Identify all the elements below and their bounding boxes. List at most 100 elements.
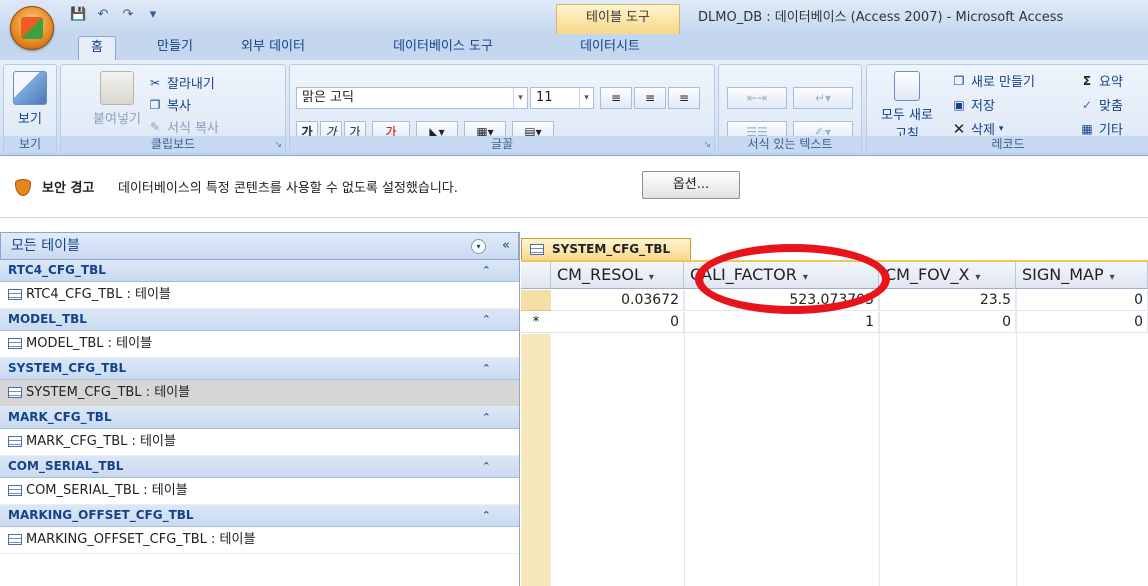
table-icon xyxy=(8,485,22,496)
cell-cali-factor[interactable]: 1 xyxy=(684,312,879,333)
ribbon-tabs: 홈 만들기 외부 데이터 데이터베이스 도구 데이터시트 xyxy=(0,34,1148,60)
nav-group-model-tbl[interactable]: MODEL_TBL ⌃ xyxy=(0,309,519,331)
nav-group-label: RTC4_CFG_TBL xyxy=(8,263,106,277)
datasheet-grid: CM_RESOL ▾ CALI_FACTOR ▾ CM_FOV_X ▾ SIGN_MA… xyxy=(521,262,1148,586)
document-tab-system-cfg-tbl[interactable]: SYSTEM_CFG_TBL xyxy=(521,238,691,260)
column-header-cali-factor[interactable]: CALI_FACTOR ▾ xyxy=(684,262,879,289)
document-tab-label: SYSTEM_CFG_TBL xyxy=(552,242,671,256)
nav-item-com-serial-tbl[interactable]: COM_SERIAL_TBL : 테이블 xyxy=(0,478,519,505)
format-painter-button[interactable]: ✎ 서식 복사 xyxy=(147,117,219,137)
title-bar: 💾 ↶ ↷ ▾ 테이블 도구 DLMO_DB : 데이터베이스 (Access … xyxy=(0,0,1148,34)
nav-header[interactable]: 모든 테이블 ▾ « xyxy=(0,232,519,260)
chevron-up-icon: ⌃ xyxy=(481,362,491,375)
nav-item-marking-offset-cfg-tbl[interactable]: MARKING_OFFSET_CFG_TBL : 테이블 xyxy=(0,527,519,554)
collapse-pane-icon[interactable]: « xyxy=(502,233,510,259)
quick-access-toolbar: 💾 ↶ ↷ ▾ xyxy=(70,7,161,23)
totals-label: 요약 xyxy=(1099,75,1123,90)
align-center-button[interactable]: ≡ xyxy=(634,87,666,109)
cut-label: 잘라내기 xyxy=(167,77,215,92)
chevron-up-icon: ⌃ xyxy=(481,509,491,522)
font-size-combo[interactable]: 11 ▾ xyxy=(530,87,594,109)
spelling-check-icon: ✓ xyxy=(1081,97,1093,112)
nav-item-rtc4-cfg-tbl[interactable]: RTC4_CFG_TBL : 테이블 xyxy=(0,282,519,309)
tab-create[interactable]: 만들기 xyxy=(142,36,208,60)
chevron-down-icon: ▾ xyxy=(998,123,1004,134)
nav-item-mark-cfg-tbl[interactable]: MARK_CFG_TBL : 테이블 xyxy=(0,429,519,456)
totals-button[interactable]: Σ 요약 xyxy=(1079,71,1123,91)
chevron-down-icon[interactable]: ▾ xyxy=(803,272,808,283)
indent-buttons[interactable]: ⇤⇥ xyxy=(727,87,787,109)
font-launcher-icon[interactable]: ↘ xyxy=(703,140,711,150)
nav-item-system-cfg-tbl[interactable]: SYSTEM_CFG_TBL : 테이블 xyxy=(0,380,519,407)
cell-cm-resol[interactable]: 0.03672 xyxy=(551,290,684,311)
select-all-corner[interactable] xyxy=(521,262,551,289)
cell-cali-factor[interactable]: 523.073705 xyxy=(684,290,879,311)
refresh-all-button[interactable]: 모두 새로 고침 xyxy=(875,71,939,142)
cell-cm-fov-x[interactable]: 23.5 xyxy=(879,290,1016,311)
chevron-up-icon: ⌃ xyxy=(481,460,491,473)
align-right-button[interactable]: ≡ xyxy=(668,87,700,109)
cell-cm-resol[interactable]: 0 xyxy=(551,312,684,333)
spelling-button[interactable]: ✓ 맞춤 xyxy=(1079,95,1123,115)
record-selector[interactable] xyxy=(521,290,551,311)
chevron-down-icon[interactable]: ▾ xyxy=(471,239,486,254)
cell-cm-fov-x[interactable]: 0 xyxy=(879,312,1016,333)
customize-qat-icon[interactable]: ▾ xyxy=(145,7,161,23)
tab-external-data[interactable]: 외부 데이터 xyxy=(228,36,318,60)
chevron-up-icon: ⌃ xyxy=(481,264,491,277)
datasheet-view: SYSTEM_CFG_TBL CM_RESOL ▾ CALI_FACTOR ▾ CM… xyxy=(521,232,1148,586)
nav-group-system-cfg-tbl[interactable]: SYSTEM_CFG_TBL ⌃ xyxy=(0,358,519,380)
nav-group-mark-cfg-tbl[interactable]: MARK_CFG_TBL ⌃ xyxy=(0,407,519,429)
nav-item-model-tbl[interactable]: MODEL_TBL : 테이블 xyxy=(0,331,519,358)
view-icon xyxy=(13,71,47,105)
tab-home[interactable]: 홈 xyxy=(78,36,116,60)
security-options-button[interactable]: 옵션... xyxy=(642,171,740,199)
paste-button[interactable]: 붙여넣기 xyxy=(89,71,145,127)
column-header-cm-resol[interactable]: CM_RESOL ▾ xyxy=(551,262,684,289)
new-record-selector[interactable]: * xyxy=(521,312,551,333)
nav-group-com-serial-tbl[interactable]: COM_SERIAL_TBL ⌃ xyxy=(0,456,519,478)
save-icon[interactable]: 💾 xyxy=(70,7,86,23)
refresh-icon xyxy=(894,71,920,101)
tab-database-tools[interactable]: 데이터베이스 도구 xyxy=(368,36,518,60)
cell-sign-map[interactable]: 0 xyxy=(1016,312,1148,333)
clipboard-group: 붙여넣기 ✂ 잘라내기 ❐ 복사 ✎ 서식 복사 클립보드 ↘ xyxy=(60,64,286,154)
tab-datasheet[interactable]: 데이터시트 xyxy=(560,36,660,60)
office-button[interactable] xyxy=(10,6,54,50)
chevron-down-icon: ▾ xyxy=(513,88,527,108)
view-button[interactable]: 보기 xyxy=(12,71,48,127)
undo-icon[interactable]: ↶ xyxy=(95,7,111,23)
save-icon: ▣ xyxy=(953,97,965,112)
record-selector-column xyxy=(521,334,551,586)
records-group-label: 레코드 xyxy=(867,136,1148,153)
clipboard-group-label: 클립보드 xyxy=(61,136,285,153)
nav-item-label: SYSTEM_CFG_TBL : 테이블 xyxy=(26,385,191,400)
align-left-button[interactable]: ≡ xyxy=(600,87,632,109)
save-record-button[interactable]: ▣ 저장 xyxy=(951,95,995,115)
nav-group-rtc4-cfg-tbl[interactable]: RTC4_CFG_TBL ⌃ xyxy=(0,260,519,282)
window-title: DLMO_DB : 데이터베이스 (Access 2007) - Microso… xyxy=(698,10,1064,25)
nav-group-marking-offset-cfg-tbl[interactable]: MARKING_OFFSET_CFG_TBL ⌃ xyxy=(0,505,519,527)
chevron-up-icon: ⌃ xyxy=(481,313,491,326)
column-header-sign-map[interactable]: SIGN_MAP ▾ xyxy=(1016,262,1148,289)
rtl-button[interactable]: ↵▾ xyxy=(793,87,853,109)
chevron-down-icon[interactable]: ▾ xyxy=(649,272,654,283)
chevron-down-icon[interactable]: ▾ xyxy=(975,272,980,283)
redo-icon[interactable]: ↷ xyxy=(120,7,136,23)
security-warning-bar: 보안 경고 데이터베이스의 특정 콘텐츠를 사용할 수 없도록 설정했습니다. … xyxy=(0,157,1148,218)
column-header-label: SIGN_MAP xyxy=(1022,265,1104,284)
spelling-label: 맞춤 xyxy=(1099,99,1123,114)
chevron-down-icon[interactable]: ▾ xyxy=(1110,272,1115,283)
records-group: 모두 새로 고침 ❐ 새로 만들기 ▣ 저장 ✕ 삭제 ▾ Σ 요약 ✓ 맞춤 ▦ 기타 레코… xyxy=(866,64,1148,154)
nav-group-label: SYSTEM_CFG_TBL xyxy=(8,361,127,375)
cut-button[interactable]: ✂ 잘라내기 xyxy=(147,73,215,93)
table-icon xyxy=(8,534,22,545)
cell-sign-map[interactable]: 0 xyxy=(1016,290,1148,311)
clipboard-launcher-icon[interactable]: ↘ xyxy=(274,140,282,150)
column-header-cm-fov-x[interactable]: CM_FOV_X ▾ xyxy=(879,262,1016,289)
copy-button[interactable]: ❐ 복사 xyxy=(147,95,191,115)
view-group-label: 보기 xyxy=(4,136,56,153)
nav-item-label: MODEL_TBL : 테이블 xyxy=(26,336,153,351)
new-record-button[interactable]: ❐ 새로 만들기 xyxy=(951,71,1035,91)
font-family-combo[interactable]: 맑은 고딕 ▾ xyxy=(296,87,528,109)
